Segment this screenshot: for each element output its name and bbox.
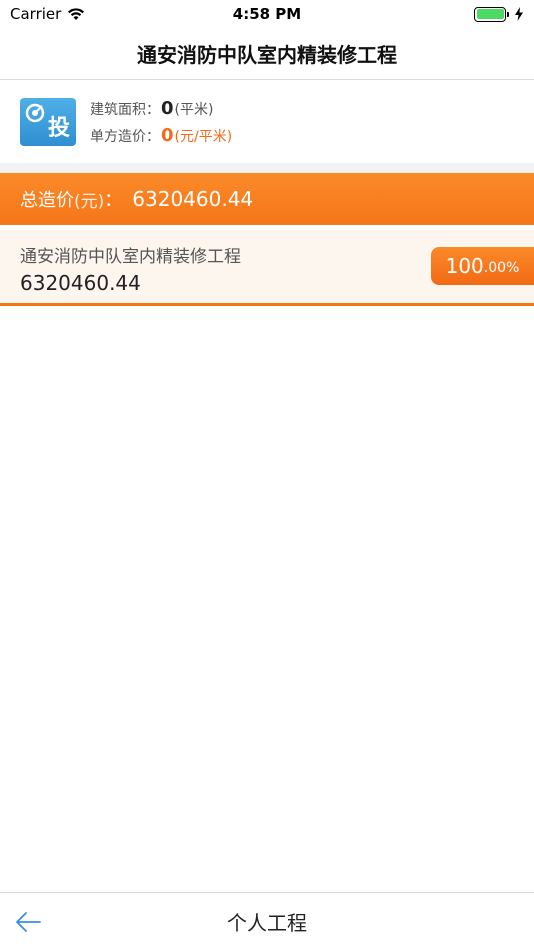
page-title: 通安消防中队室内精装修工程 — [137, 43, 397, 67]
target-icon — [25, 103, 45, 123]
info-block: 投 建筑面积： 0 (平米) 单方造价： 0 (元/平米) — [0, 81, 534, 163]
price-value: 0 — [161, 125, 174, 146]
price-label: 单方造价： — [90, 129, 160, 145]
status-time: 4:58 PM — [232, 5, 302, 23]
area-line: 建筑面积： 0 (平米) — [90, 98, 232, 119]
project-row[interactable]: 通安消防中队室内精装修工程 6320460.44 100 .00% — [0, 230, 534, 306]
info-lines: 建筑面积： 0 (平米) 单方造价： 0 (元/平米) — [90, 98, 232, 146]
status-right — [474, 6, 524, 22]
area-value: 0 — [161, 98, 174, 119]
total-unit: (元) — [74, 191, 105, 212]
charging-icon — [515, 7, 523, 21]
price-unit: (元/平米) — [174, 129, 233, 145]
back-button[interactable] — [12, 907, 44, 937]
total-value: 6320460.44 — [132, 187, 254, 211]
section-divider — [0, 163, 534, 173]
bottom-title: 个人工程 — [227, 911, 307, 935]
status-bar: Carrier 4:58 PM — [0, 0, 534, 28]
total-colon: ： — [104, 190, 123, 211]
battery-fill — [476, 9, 504, 19]
bottom-bar: 个人工程 — [0, 892, 534, 950]
investment-icon: 投 — [20, 98, 76, 146]
price-line: 单方造价： 0 (元/平米) — [90, 125, 232, 146]
battery-icon — [474, 6, 509, 22]
area-label: 建筑面积： — [90, 102, 160, 118]
total-label: 总造价 — [20, 190, 74, 211]
area-unit: (平米) — [174, 102, 214, 118]
back-arrow-icon — [16, 912, 41, 932]
nav-bar: 通安消防中队室内精装修工程 — [0, 28, 534, 80]
icon-char: 投 — [47, 116, 70, 141]
percent-main: 100 — [445, 254, 484, 278]
total-cost-bar: 总造价 (元) ： 6320460.44 — [0, 173, 534, 225]
percent-badge: 100 .00% — [431, 247, 534, 285]
percent-small: .00% — [483, 260, 520, 276]
